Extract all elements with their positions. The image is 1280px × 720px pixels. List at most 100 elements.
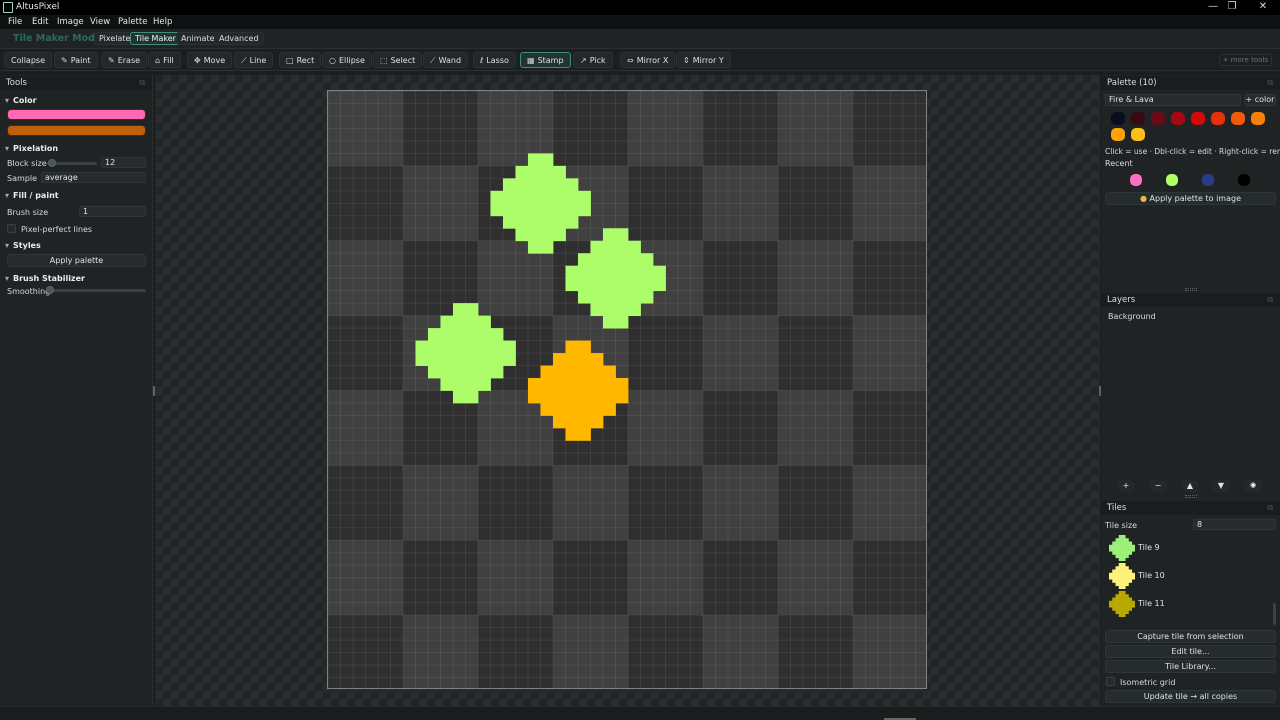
palette-panel-header: Palette (10) ⧉ [1101, 76, 1280, 90]
pixelation-section-header[interactable]: ▾ Pixelation [5, 144, 58, 153]
section-label: Color [13, 96, 37, 105]
tile-library-button[interactable]: Tile Library... [1105, 660, 1276, 673]
palette-name-select[interactable]: Fire & Lava [1105, 94, 1241, 106]
smoothing-slider[interactable] [48, 289, 146, 292]
menu-help[interactable]: Help [153, 17, 172, 27]
update-tile-copies-button[interactable]: Update tile → all copies [1105, 690, 1276, 703]
canvas-drawing[interactable] [328, 91, 927, 689]
tool-label: Move [203, 56, 226, 65]
tool-mirror-y-button[interactable]: ⇕ Mirror Y [676, 52, 731, 68]
styles-section-header[interactable]: ▾ Styles [5, 241, 41, 250]
tool-label: Erase [117, 56, 141, 65]
window-title: AltusPixel [16, 2, 60, 12]
capture-tile-button[interactable]: Capture tile from selection [1105, 630, 1276, 643]
palette-swatch[interactable] [1231, 112, 1245, 125]
apply-palette-to-image-button[interactable]: ● Apply palette to image [1105, 192, 1276, 205]
section-label: Fill / paint [13, 191, 59, 200]
block-size-input[interactable]: 12 [101, 157, 146, 168]
sample-select[interactable]: average [41, 172, 146, 183]
tool-pick-button[interactable]: ↗ Pick [573, 52, 613, 68]
menu-palette[interactable]: Palette [118, 17, 147, 27]
palette-swatch[interactable] [1111, 128, 1125, 141]
tool-lasso-button[interactable]: ℓ Lasso [473, 52, 516, 68]
tile-size-input[interactable]: 8 [1193, 519, 1276, 530]
recent-color-swatch[interactable] [1202, 174, 1214, 186]
eyedropper-icon: ↗ [580, 56, 587, 65]
tile-list-item[interactable]: Tile 9 [1105, 534, 1271, 561]
menu-file[interactable]: File [8, 17, 22, 27]
close-button[interactable]: ✕ [1246, 0, 1280, 15]
dock-icon[interactable]: ⧉ [1267, 293, 1273, 307]
ellipse-icon: ○ [329, 56, 336, 65]
resize-grip[interactable] [1185, 288, 1197, 291]
collapse-button[interactable]: Collapse [4, 52, 52, 68]
tile-label: Tile 11 [1138, 599, 1165, 608]
isometric-grid-checkbox[interactable] [1106, 677, 1115, 686]
tile-list-item[interactable]: Tile 11 [1105, 590, 1271, 617]
dock-icon[interactable]: ⧉ [1267, 501, 1273, 515]
fill-paint-section-header[interactable]: ▾ Fill / paint [5, 191, 59, 200]
mode-tile-maker-button[interactable]: Tile Maker [130, 32, 181, 45]
tool-fill-button[interactable]: ⌂ Fill [148, 52, 181, 68]
tool-select-button[interactable]: ⬚ Select [373, 52, 423, 68]
resize-grip[interactable] [1185, 495, 1197, 498]
palette-swatch[interactable] [1131, 128, 1145, 141]
color-section-header[interactable]: ▾ Color [5, 96, 37, 105]
menu-edit[interactable]: Edit [32, 17, 48, 27]
menu-view[interactable]: View [90, 17, 110, 27]
recent-color-swatch[interactable] [1166, 174, 1178, 186]
mode-advanced-button[interactable]: Advanced [214, 32, 264, 45]
dock-icon[interactable]: ⧉ [139, 76, 145, 90]
remove-layer-button[interactable]: − [1149, 480, 1167, 492]
tool-wand-button[interactable]: ⟋ Wand [423, 52, 469, 68]
triangle-down-icon: ▾ [5, 274, 10, 283]
block-size-slider-handle[interactable] [47, 159, 56, 167]
tools-panel-title: Tools [6, 78, 27, 88]
add-layer-button[interactable]: + [1117, 480, 1135, 492]
palette-swatch[interactable] [1251, 112, 1265, 125]
menu-image[interactable]: Image [57, 17, 84, 27]
tool-mirror-x-button[interactable]: ⇔ Mirror X [620, 52, 676, 68]
brush-stabilizer-section-header[interactable]: ▾ Brush Stabilizer [5, 274, 85, 283]
pixel-canvas[interactable] [327, 90, 927, 689]
tool-ellipse-button[interactable]: ○ Ellipse [322, 52, 372, 68]
tool-move-button[interactable]: ✥ Move [187, 52, 233, 68]
layer-item-background[interactable]: Background [1108, 312, 1156, 321]
tool-erase-button[interactable]: ✎ Erase [101, 52, 148, 68]
dock-icon[interactable]: ⧉ [1267, 76, 1273, 90]
pixel-perfect-checkbox[interactable] [7, 224, 16, 233]
tool-rect-button[interactable]: □ Rect [279, 52, 322, 68]
move-layer-up-button[interactable]: ▲ [1181, 480, 1199, 492]
tool-paint-button[interactable]: ✎ Paint [54, 52, 98, 68]
eye-icon[interactable]: ◉ [1244, 480, 1262, 492]
palette-swatch[interactable] [1111, 112, 1125, 125]
tool-line-button[interactable]: ⟋ Line [234, 52, 274, 68]
add-color-button[interactable]: + color [1244, 94, 1276, 106]
tile-thumbnail [1109, 535, 1135, 561]
palette-swatch[interactable] [1151, 112, 1165, 125]
palette-swatch[interactable] [1131, 112, 1145, 125]
tool-label: Line [249, 56, 267, 65]
palette-swatch[interactable] [1191, 112, 1205, 125]
smoothing-slider-handle[interactable] [46, 286, 54, 294]
select-icon: ⬚ [380, 56, 388, 65]
brush-size-input[interactable]: 1 [79, 206, 146, 217]
tool-stamp-button[interactable]: ▦ Stamp [520, 52, 571, 68]
palette-swatch[interactable] [1211, 112, 1225, 125]
move-layer-down-button[interactable]: ▼ [1212, 480, 1230, 492]
mode-animate-button[interactable]: Animate [176, 32, 220, 45]
more-tools-button[interactable]: + more tools [1218, 54, 1272, 66]
recent-color-swatch[interactable] [1238, 174, 1250, 186]
apply-palette-button[interactable]: Apply palette [7, 254, 146, 267]
mirror-y-icon: ⇕ [683, 56, 690, 65]
tile-list-scrollbar[interactable] [1273, 603, 1276, 625]
primary-color-swatch[interactable] [7, 109, 146, 120]
maximize-button[interactable]: ❐ [1215, 0, 1249, 15]
secondary-color-swatch[interactable] [7, 125, 146, 136]
palette-swatch[interactable] [1171, 112, 1185, 125]
pixel-perfect-label: Pixel-perfect lines [21, 225, 93, 234]
recent-color-swatch[interactable] [1130, 174, 1142, 186]
tile-list-item[interactable]: Tile 10 [1105, 562, 1271, 589]
edit-tile-button[interactable]: Edit tile... [1105, 645, 1276, 658]
tile-label: Tile 9 [1138, 543, 1160, 552]
